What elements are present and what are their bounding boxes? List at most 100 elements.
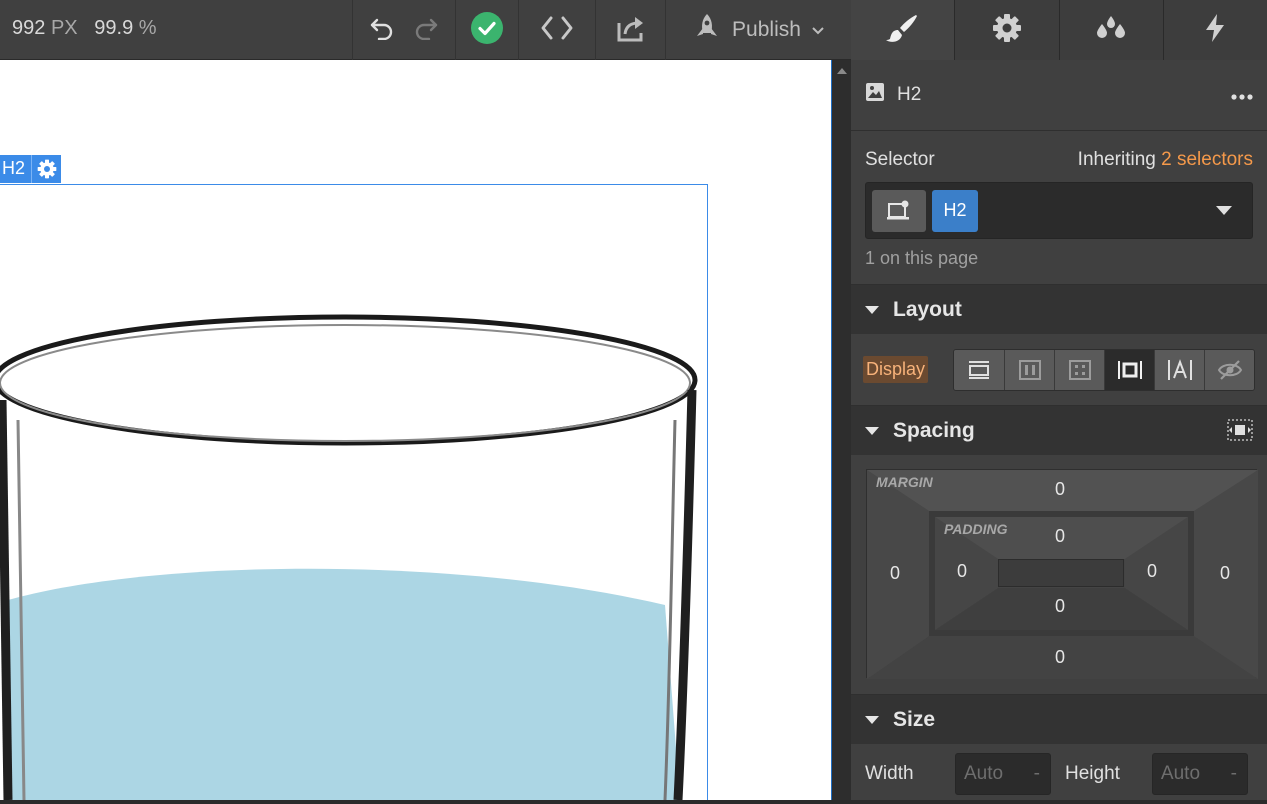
device-state-icon xyxy=(887,200,909,219)
padding-right-value[interactable]: 0 xyxy=(1137,561,1167,582)
display-inline-block-icon xyxy=(1117,360,1142,379)
padding-label: PADDING xyxy=(944,521,1008,537)
designer-canvas-area: H2 xyxy=(0,60,851,800)
history-controls xyxy=(352,0,455,60)
display-inline-icon xyxy=(1167,358,1192,380)
display-flex-button[interactable] xyxy=(1004,349,1054,390)
top-toolbar: 992 PX 99.9 % Publish xyxy=(0,0,851,60)
selector-dropdown-icon[interactable] xyxy=(1216,206,1232,215)
inheriting-info[interactable]: Inheriting 2 selectors xyxy=(1078,149,1253,171)
code-brackets-icon xyxy=(539,15,575,46)
size-section: Width Auto - Height Auto - xyxy=(851,744,1267,804)
device-state-chip[interactable] xyxy=(872,189,926,232)
element-settings-icon[interactable] xyxy=(31,155,62,183)
spacing-title: Spacing xyxy=(893,418,975,442)
width-unit[interactable]: - xyxy=(1034,763,1040,785)
layout-collapse-icon xyxy=(865,305,879,314)
padding-box: PADDING 0 0 0 0 xyxy=(929,511,1194,636)
height-unit[interactable]: - xyxy=(1231,763,1237,785)
style-panel: H2 Selector Inheriting 2 selectors H2 1 … xyxy=(851,60,1267,800)
selector-section: Selector Inheriting 2 selectors H2 1 on … xyxy=(851,131,1267,285)
inheriting-prefix: Inheriting xyxy=(1077,149,1156,170)
tab-settings[interactable] xyxy=(954,0,1058,60)
padding-top-value[interactable]: 0 xyxy=(1045,526,1075,547)
gear-icon xyxy=(992,13,1022,48)
size-title: Size xyxy=(893,707,936,731)
paintbrush-icon xyxy=(885,13,920,48)
rocket-icon xyxy=(692,12,722,48)
check-circle-icon xyxy=(471,11,503,49)
selector-chip-h2[interactable]: H2 xyxy=(932,189,978,232)
element-header: H2 xyxy=(851,60,1267,131)
viewport-readout: 992 PX 99.9 % xyxy=(12,17,157,40)
publish-button[interactable]: Publish xyxy=(665,0,851,60)
spacing-section-header[interactable]: Spacing xyxy=(851,406,1267,455)
layout-section: Display xyxy=(851,334,1267,406)
selected-element-label: H2 xyxy=(0,155,32,183)
margin-top-value[interactable]: 0 xyxy=(1045,479,1075,500)
display-none-button[interactable] xyxy=(1204,349,1254,390)
undo-icon[interactable] xyxy=(369,16,395,45)
display-grid-button[interactable] xyxy=(1054,349,1104,390)
tab-style[interactable] xyxy=(851,0,955,60)
display-block-button[interactable] xyxy=(954,349,1004,390)
selector-field[interactable]: H2 xyxy=(865,182,1253,239)
tab-interactions[interactable] xyxy=(1162,0,1267,60)
padding-bottom-value[interactable]: 0 xyxy=(1045,596,1075,617)
display-flex-icon xyxy=(1018,359,1041,380)
image-icon xyxy=(865,82,885,108)
spacing-mode-icon[interactable] xyxy=(1227,419,1253,447)
spacing-section: MARGIN 0 0 0 0 PADDING 0 0 0 0 xyxy=(851,455,1267,695)
layout-title: Layout xyxy=(893,297,962,321)
canvas-scrollbar[interactable] xyxy=(831,60,851,800)
page-canvas[interactable]: H2 xyxy=(0,60,831,800)
selected-element-tag[interactable]: H2 xyxy=(0,155,62,183)
height-input[interactable]: Auto - xyxy=(1151,753,1248,795)
lightning-icon xyxy=(1204,13,1226,48)
eye-hidden-icon xyxy=(1217,359,1242,380)
display-inline-block-button[interactable] xyxy=(1104,349,1154,390)
publish-label: Publish xyxy=(732,18,801,41)
width-label: Width xyxy=(865,763,914,784)
box-model-editor: MARGIN 0 0 0 0 PADDING 0 0 0 0 xyxy=(866,469,1258,679)
redo-icon[interactable] xyxy=(413,16,439,45)
drops-icon xyxy=(1094,14,1128,47)
margin-label: MARGIN xyxy=(876,474,933,490)
viewport-width-unit: PX xyxy=(50,17,78,39)
more-options-icon[interactable] xyxy=(1231,84,1253,106)
height-label: Height xyxy=(1065,763,1120,784)
height-value: Auto xyxy=(1160,763,1201,784)
scroll-up-icon[interactable] xyxy=(832,64,852,78)
selector-label: Selector xyxy=(865,149,935,170)
margin-bottom-value[interactable]: 0 xyxy=(1045,647,1075,668)
size-collapse-icon xyxy=(865,715,879,724)
display-label[interactable]: Display xyxy=(863,356,929,383)
layout-section-header[interactable]: Layout xyxy=(851,285,1267,334)
display-inline-button[interactable] xyxy=(1154,349,1204,390)
display-options xyxy=(953,348,1255,391)
margin-right-value[interactable]: 0 xyxy=(1210,563,1240,584)
margin-left-value[interactable]: 0 xyxy=(880,563,910,584)
zoom-value: 99.9 xyxy=(94,17,134,39)
viewport-width: 992 xyxy=(12,17,46,39)
selected-element-outline xyxy=(0,184,708,800)
save-status-button[interactable] xyxy=(455,0,518,60)
chevron-down-icon xyxy=(811,18,825,42)
display-block-icon xyxy=(969,360,989,379)
display-grid-icon xyxy=(1068,359,1091,380)
export-button[interactable] xyxy=(595,0,665,60)
padding-left-value[interactable]: 0 xyxy=(947,561,977,582)
tab-style-manager[interactable] xyxy=(1058,0,1163,60)
panel-tabs xyxy=(851,0,1267,60)
on-page-count: 1 on this page xyxy=(865,248,979,268)
inheriting-count-link[interactable]: 2 selectors xyxy=(1161,149,1253,170)
size-section-header[interactable]: Size xyxy=(851,695,1267,744)
zoom-unit: % xyxy=(138,17,157,39)
width-input[interactable]: Auto - xyxy=(955,753,1051,795)
element-type-label: H2 xyxy=(897,84,922,105)
content-box xyxy=(998,559,1124,587)
width-value: Auto xyxy=(964,763,1004,784)
code-view-button[interactable] xyxy=(518,0,595,60)
spacing-collapse-icon xyxy=(865,426,879,435)
export-share-icon xyxy=(614,13,648,48)
